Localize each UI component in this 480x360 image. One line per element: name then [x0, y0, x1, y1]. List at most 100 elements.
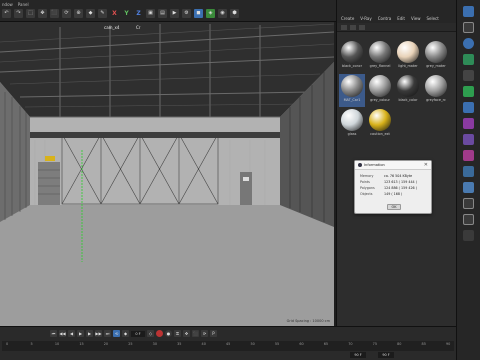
search-icon[interactable]: [359, 24, 365, 30]
material-grid: black_concr grey_flannel light_mater grey_m…: [339, 40, 449, 141]
add-material-icon[interactable]: [341, 24, 347, 30]
timeline-tick-label: 85: [421, 342, 426, 346]
timeline-tick-label: 75: [372, 342, 377, 346]
top-toolbar: ndow Panel ↶ ↷ ⬚ ✥ ⬛ ⟳ ⊕ ◆ ✎ X Y Z ▣ ▤ ▶…: [0, 0, 340, 22]
prev-frame-icon[interactable]: ◀: [68, 330, 75, 337]
material-label: light_mater: [398, 64, 418, 68]
text-icon[interactable]: [463, 70, 474, 81]
material-label: black_color: [398, 98, 418, 102]
menu-create[interactable]: Create: [341, 16, 354, 21]
render-icon[interactable]: ▶: [170, 8, 179, 18]
axis-z-toggle[interactable]: Z: [134, 9, 143, 18]
scale-icon[interactable]: ⬛: [50, 8, 59, 18]
menu-edit[interactable]: Edit: [397, 16, 405, 21]
timeline-tick-label: 25: [128, 342, 133, 346]
play-icon[interactable]: ▶: [77, 330, 84, 337]
timeline-tick-label: 90: [446, 342, 451, 346]
keyframe-icon[interactable]: ◇: [147, 330, 154, 337]
viewport[interactable]: cam_x4 Cr Grid Spacing : 10000 cm: [0, 22, 334, 326]
move-icon[interactable]: ✥: [38, 8, 47, 18]
spline-icon[interactable]: [463, 54, 474, 65]
cube-icon[interactable]: ◼: [194, 8, 203, 18]
range-start-field[interactable]: 90 F: [350, 352, 366, 358]
sphere-icon[interactable]: [463, 38, 474, 49]
prev-key-icon[interactable]: ◀◀: [59, 330, 66, 337]
menu-contra[interactable]: Contra: [378, 16, 391, 21]
material-menu: Create V-Ray Contra Edit View Select: [337, 14, 456, 23]
generator-icon[interactable]: ◈: [206, 8, 215, 18]
material-swatch[interactable]: black_concr: [339, 40, 365, 73]
render-region-icon[interactable]: ▤: [158, 8, 167, 18]
record-icon[interactable]: [156, 330, 163, 337]
cube-icon[interactable]: [463, 6, 474, 17]
material-label: glass: [347, 132, 357, 136]
effector-icon[interactable]: [463, 150, 474, 161]
material-swatch[interactable]: grey_mater: [423, 40, 449, 73]
viewport-secondary-label: Cr: [136, 25, 141, 30]
redo-icon[interactable]: ↷: [14, 8, 23, 18]
axis-y-toggle[interactable]: Y: [122, 9, 131, 18]
material-label: grey_colour: [370, 98, 390, 102]
motion-record-icon[interactable]: ✥: [183, 330, 190, 337]
sky-icon[interactable]: [463, 214, 474, 225]
menu-vray[interactable]: V-Ray: [360, 16, 371, 21]
next-key-icon[interactable]: ▶▶: [95, 330, 102, 337]
material-preview: [397, 75, 419, 97]
range-end-field[interactable]: 90 F: [378, 352, 394, 358]
timeline-tick-label: 55: [274, 342, 280, 346]
world-icon[interactable]: ▣: [146, 8, 155, 18]
tool-icon[interactable]: ◆: [86, 8, 95, 18]
menu-view[interactable]: View: [411, 16, 421, 21]
timeline-ruler[interactable]: 0 5 10 15 20 25 30 35 40 45 50 55 60 65 70 75 80 85 90: [2, 341, 454, 351]
floor-icon[interactable]: [463, 198, 474, 209]
material-swatch[interactable]: caution_ext: [367, 108, 393, 141]
select-icon[interactable]: ⬚: [26, 8, 35, 18]
autokey-icon[interactable]: ●: [165, 330, 172, 337]
camera-icon[interactable]: [463, 166, 474, 177]
scene-icon[interactable]: ⬢: [230, 8, 239, 18]
param-key-icon[interactable]: P: [210, 330, 217, 337]
field-icon[interactable]: [463, 134, 474, 145]
generator-icon[interactable]: [463, 86, 474, 97]
key-selection-icon[interactable]: ⚿: [174, 330, 181, 337]
timeline-tick-label: 65: [323, 342, 329, 346]
ok-button[interactable]: OK: [387, 204, 401, 210]
information-dialog: Information ✕ Memory ca. 76 504 KByte Poi…: [354, 160, 432, 214]
scale-key-icon[interactable]: ⬛: [192, 330, 199, 337]
go-to-end-icon[interactable]: ⏭: [104, 330, 111, 337]
material-swatch[interactable]: greyface_rc: [423, 74, 449, 107]
array-icon[interactable]: [463, 102, 474, 113]
timeline-tick-label: 10: [54, 342, 60, 346]
rotate-key-icon[interactable]: ⟳: [201, 330, 208, 337]
keyframe-mode-icon[interactable]: ◆: [122, 330, 129, 337]
material-swatch[interactable]: black_color: [395, 74, 421, 107]
pen-icon[interactable]: ✎: [98, 8, 107, 18]
rotate-icon[interactable]: ⟳: [62, 8, 71, 18]
deformer-icon[interactable]: ◉: [218, 8, 227, 18]
render-settings-icon[interactable]: ⚙: [182, 8, 191, 18]
filter-icon[interactable]: [350, 24, 356, 30]
timeline-tick-label: 45: [226, 342, 231, 346]
current-frame-field[interactable]: 0 F: [131, 330, 145, 337]
transform-icon[interactable]: ⊕: [74, 8, 83, 18]
tag-icon[interactable]: [463, 230, 474, 241]
tool-row: ↶ ↷ ⬚ ✥ ⬛ ⟳ ⊕ ◆ ✎ X Y Z ▣ ▤ ▶ ⚙ ◼ ◈ ◉ ⬢: [2, 6, 239, 20]
material-swatch[interactable]: grey_colour: [367, 74, 393, 107]
light-icon[interactable]: [463, 182, 474, 193]
material-preview: [425, 41, 447, 63]
material-swatch[interactable]: light_mater: [395, 40, 421, 73]
material-swatch[interactable]: glass: [339, 108, 365, 141]
undo-icon[interactable]: ↶: [2, 8, 11, 18]
layout-icon[interactable]: [463, 22, 474, 33]
grid-spacing-readout: Grid Spacing : 10000 cm: [286, 319, 330, 323]
axis-x-toggle[interactable]: X: [110, 9, 119, 18]
close-icon[interactable]: ✕: [424, 162, 428, 168]
timeline-tick-label: 15: [79, 342, 84, 346]
go-to-start-icon[interactable]: ⏮: [50, 330, 57, 337]
next-frame-icon[interactable]: ▶: [86, 330, 93, 337]
material-swatch[interactable]: grey_flannel: [367, 40, 393, 73]
loop-icon[interactable]: ⟲: [113, 330, 120, 337]
deformer-icon[interactable]: [463, 118, 474, 129]
material-swatch[interactable]: MAT_Car1: [339, 74, 365, 107]
menu-select[interactable]: Select: [426, 16, 438, 21]
